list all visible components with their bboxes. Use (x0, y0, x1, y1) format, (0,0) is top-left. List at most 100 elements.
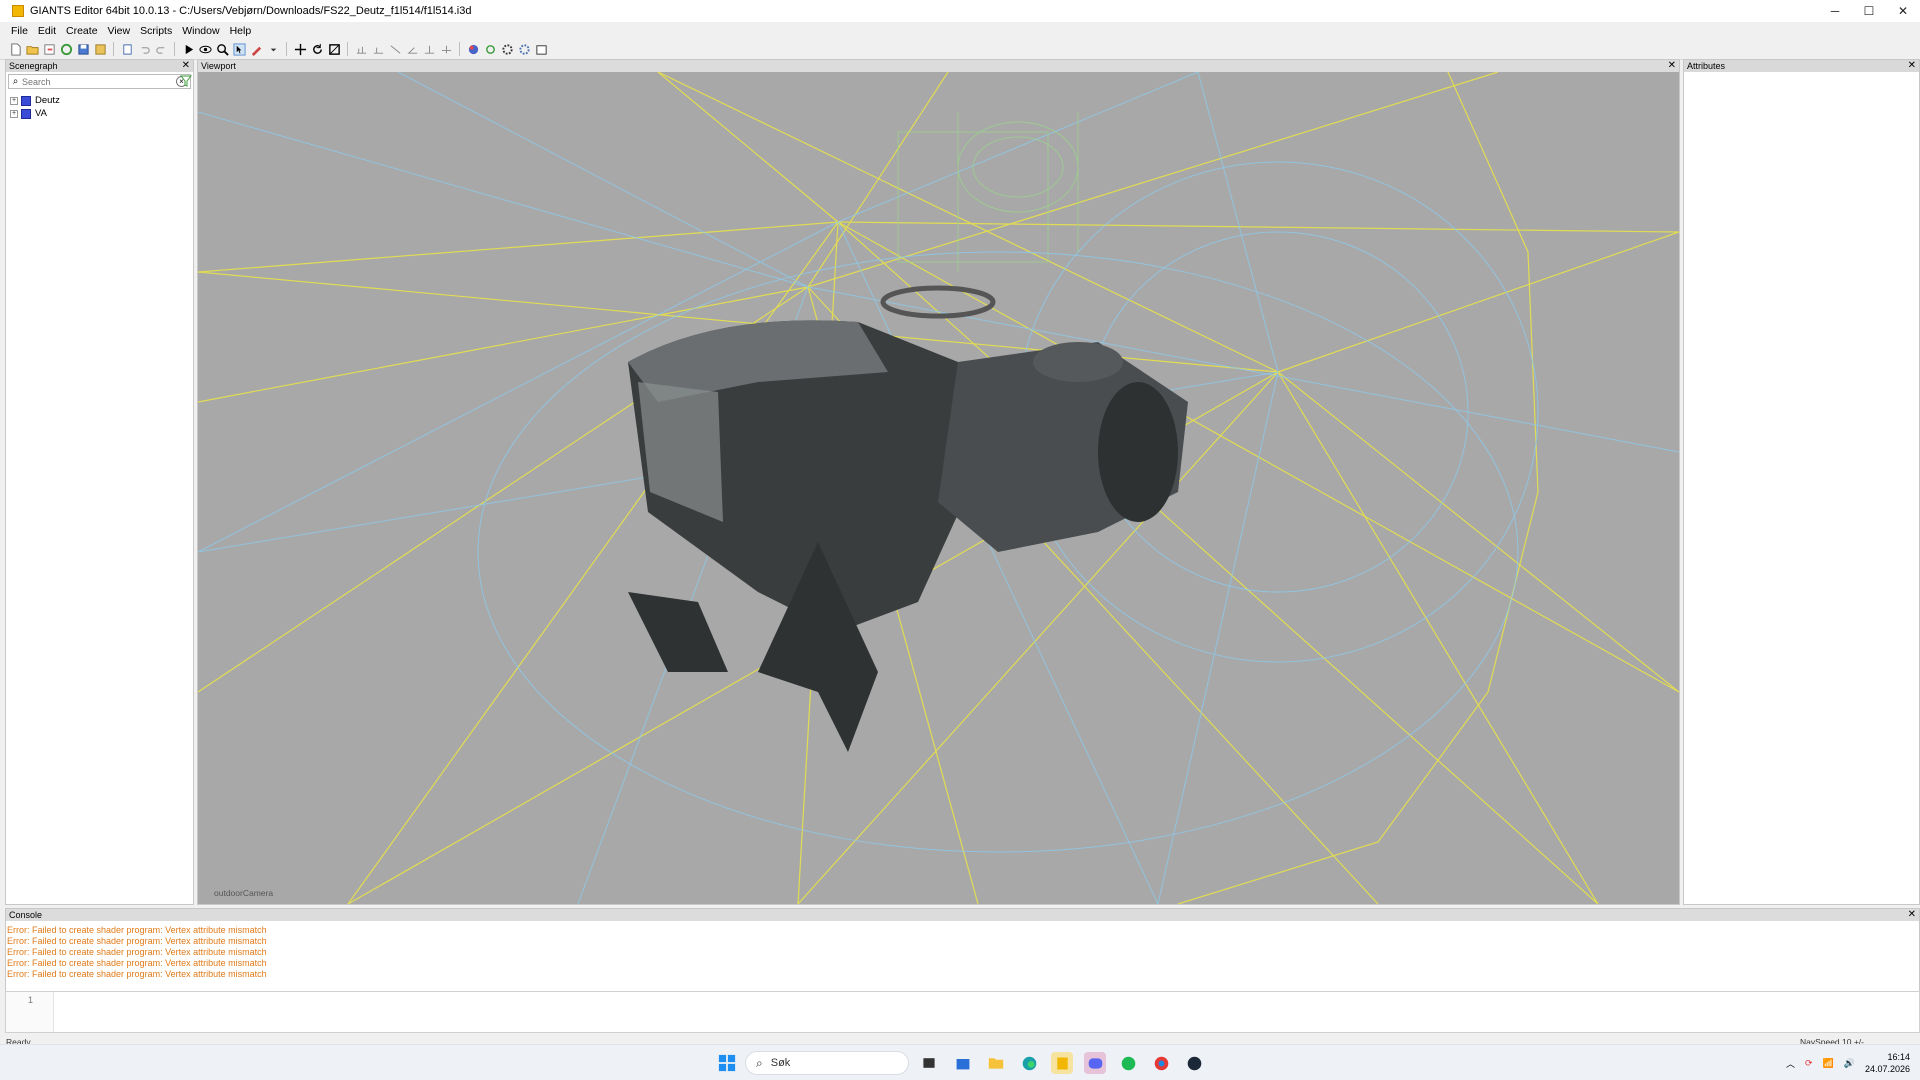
align-icon[interactable] (371, 42, 385, 56)
toolbar-separator (286, 42, 287, 56)
menu-help[interactable]: Help (225, 25, 257, 37)
line-number: 1 (28, 995, 34, 1005)
open-folder-icon[interactable] (25, 42, 39, 56)
rotate-tool-icon[interactable] (310, 42, 324, 56)
file-explorer-icon[interactable] (985, 1052, 1007, 1074)
taskbar-search-box[interactable]: ⌕ Søk (745, 1051, 909, 1075)
3d-viewport-canvas[interactable] (198, 72, 1679, 904)
console-error-line: Error: Failed to create shader program: … (7, 958, 267, 968)
undo-icon[interactable] (137, 42, 151, 56)
close-icon[interactable]: ✕ (1908, 60, 1916, 72)
transform-group-icon (21, 108, 31, 119)
redo-icon[interactable] (154, 42, 168, 56)
tree-node-va[interactable]: + VA (6, 107, 193, 120)
console-header: Console ✕ (6, 909, 1919, 921)
reload-icon[interactable] (59, 42, 73, 56)
steam-icon[interactable] (1183, 1052, 1205, 1074)
maximize-button[interactable]: ☐ (1852, 0, 1886, 22)
settings-alt-icon[interactable] (517, 42, 531, 56)
tool-b-icon[interactable] (405, 42, 419, 56)
close-icon[interactable]: ✕ (182, 60, 190, 72)
move-tool-icon[interactable] (293, 42, 307, 56)
sync-notification-icon[interactable]: ⟳ (1805, 1058, 1813, 1069)
chevron-up-icon[interactable]: ︿ (1786, 1057, 1795, 1070)
menu-view[interactable]: View (103, 25, 136, 37)
brush-tool-icon[interactable] (249, 42, 263, 56)
console-error-line: Error: Failed to create shader program: … (7, 925, 267, 935)
export-icon[interactable] (120, 42, 134, 56)
new-file-icon[interactable] (8, 42, 22, 56)
scenegraph-header: Scenegraph ✕ (6, 60, 193, 72)
tool-d-icon[interactable] (439, 42, 453, 56)
wifi-icon[interactable]: 📶 (1823, 1058, 1834, 1069)
window-controls: ─ ☐ ✕ (1818, 0, 1920, 22)
eye-icon[interactable] (198, 42, 212, 56)
attributes-header: Attributes ✕ (1684, 60, 1919, 72)
console-title: Console (9, 910, 43, 920)
scale-tool-icon[interactable] (327, 42, 341, 56)
scenegraph-title: Scenegraph (9, 61, 58, 71)
tractor-model[interactable] (628, 285, 1188, 752)
script-command-input[interactable]: 1 (5, 991, 1920, 1033)
save-icon[interactable] (76, 42, 90, 56)
console-error-line: Error: Failed to create shader program: … (7, 936, 267, 946)
settings-icon[interactable] (500, 42, 514, 56)
save-as-icon[interactable] (93, 42, 107, 56)
windows-start-icon[interactable] (716, 1052, 738, 1074)
viewport-header: Viewport ✕ (198, 60, 1679, 72)
minimize-button[interactable]: ─ (1818, 0, 1852, 22)
dropdown-arrow-icon[interactable] (266, 42, 280, 56)
menu-create[interactable]: Create (61, 25, 103, 37)
chrome-icon[interactable] (1150, 1052, 1172, 1074)
menu-scripts[interactable]: Scripts (135, 25, 177, 37)
toolbar-separator (174, 42, 175, 56)
toolbar (0, 39, 1920, 60)
giants-editor-app-icon (12, 5, 24, 17)
search-icon: ⌕ (12, 76, 19, 87)
clock-time: 16:14 (1887, 1052, 1910, 1062)
task-view-icon[interactable] (918, 1052, 940, 1074)
material-icon[interactable] (466, 42, 480, 56)
spotify-icon[interactable] (1117, 1052, 1139, 1074)
expand-icon[interactable]: + (10, 96, 18, 105)
menu-window[interactable]: Window (177, 25, 224, 37)
system-tray: ︿ ⟳ 📶 🔊 16:14 24.07.2026 (1786, 1049, 1910, 1077)
clock[interactable]: 16:14 24.07.2026 (1865, 1051, 1910, 1075)
refresh-icon[interactable] (483, 42, 497, 56)
giants-editor-taskbar-icon[interactable] (1051, 1052, 1073, 1074)
select-tool-icon[interactable] (232, 42, 246, 56)
transform-group-icon (21, 95, 31, 106)
speaker-icon[interactable]: 🔊 (1844, 1058, 1855, 1069)
search-icon: ⌕ (756, 1055, 763, 1070)
search-icon[interactable] (215, 42, 229, 56)
play-icon[interactable] (181, 42, 195, 56)
snap-icon[interactable] (354, 42, 368, 56)
menu-bar: File Edit Create View Scripts Window Hel… (0, 22, 1920, 39)
edge-browser-icon[interactable] (1018, 1052, 1040, 1074)
scenegraph-search-input[interactable] (22, 76, 152, 87)
scenegraph-search-box: ⌕ × (8, 74, 191, 89)
clock-date: 24.07.2026 (1864, 1064, 1910, 1074)
tree-node-deutz[interactable]: + Deutz (6, 94, 193, 107)
import-icon[interactable] (42, 42, 56, 56)
console-panel: Console ✕ Error: Failed to create shader… (5, 908, 1920, 992)
tool-a-icon[interactable] (388, 42, 402, 56)
attacher-wireframes (897, 112, 1079, 272)
menu-file[interactable]: File (6, 25, 33, 37)
menu-edit[interactable]: Edit (33, 25, 61, 37)
filter-icon[interactable] (180, 75, 192, 87)
microsoft-store-icon[interactable] (952, 1052, 974, 1074)
tool-c-icon[interactable] (422, 42, 436, 56)
active-camera-label: outdoorCamera (214, 888, 274, 898)
toolbar-separator (113, 42, 114, 56)
expand-icon[interactable]: + (10, 109, 18, 118)
close-icon[interactable]: ✕ (1908, 909, 1916, 921)
scenegraph-panel: Scenegraph ✕ ⌕ × + Deutz + VA (5, 59, 194, 905)
plugin-icon[interactable] (534, 42, 548, 56)
close-window-button[interactable]: ✕ (1886, 0, 1920, 22)
attributes-panel: Attributes ✕ (1683, 59, 1920, 905)
close-icon[interactable]: ✕ (1668, 60, 1676, 72)
windows-taskbar: ⌕ Søk ︿ ⟳ 📶 🔊 16:14 24.07.2026 (0, 1044, 1920, 1080)
discord-icon[interactable] (1084, 1052, 1106, 1074)
toolbar-separator (459, 42, 460, 56)
